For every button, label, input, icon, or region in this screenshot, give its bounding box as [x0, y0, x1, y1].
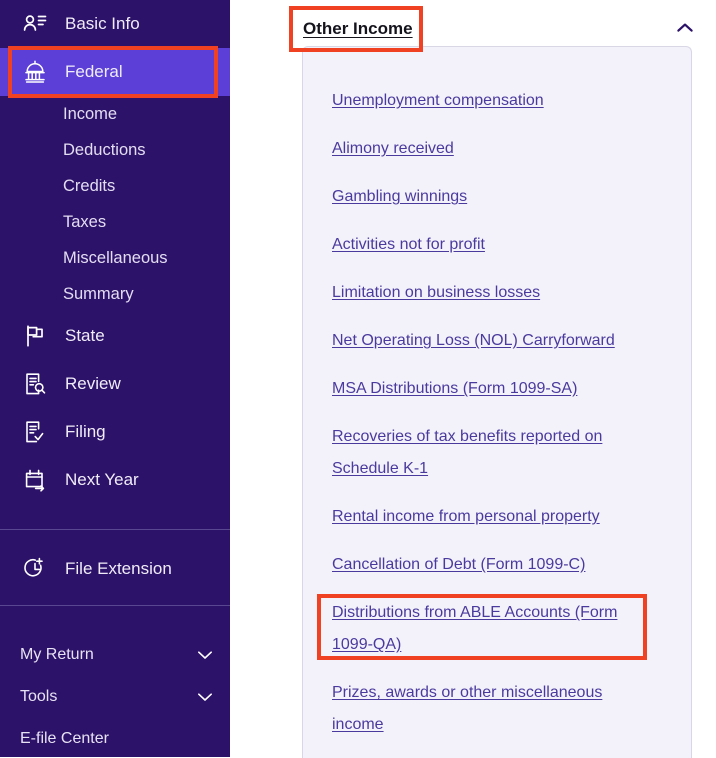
chevron-up-icon[interactable]: [673, 16, 697, 40]
document-check-icon: [22, 419, 48, 445]
sidebar-item-label: Basic Info: [65, 14, 140, 33]
sidebar-item-filing[interactable]: Filing: [0, 408, 230, 456]
link-cancellation-of-debt[interactable]: Cancellation of Debt (Form 1099-C): [332, 549, 662, 581]
main-content: Other Income Unemployment compensation A…: [230, 0, 716, 758]
sidebar-item-label: Review: [65, 374, 121, 393]
link-unemployment-compensation[interactable]: Unemployment compensation: [332, 85, 662, 117]
sidebar-item-label: State: [65, 326, 105, 345]
sidebar-item-tools[interactable]: Tools: [0, 677, 230, 717]
sidebar-subitem-deductions[interactable]: Deductions: [63, 140, 146, 160]
sidebar-item-label: Tools: [20, 688, 58, 705]
person-list-icon: [22, 11, 48, 37]
sidebar-item-label: File Extension: [65, 559, 172, 578]
sidebar-item-review[interactable]: Review: [0, 360, 230, 408]
document-magnifier-icon: [22, 371, 48, 397]
sidebar-subitem-miscellaneous[interactable]: Miscellaneous: [63, 248, 168, 268]
sidebar-item-my-return[interactable]: My Return: [0, 635, 230, 675]
flag-icon: [22, 323, 48, 349]
sidebar-item-label: Federal: [65, 62, 123, 81]
link-msa-distributions[interactable]: MSA Distributions (Form 1099-SA): [332, 373, 662, 405]
link-alimony-received[interactable]: Alimony received: [332, 133, 662, 165]
sidebar-divider-top: [0, 529, 230, 530]
sidebar-item-label: E-file Center: [20, 730, 109, 747]
sidebar-item-label: My Return: [20, 646, 94, 663]
sidebar-item-state[interactable]: State: [0, 312, 230, 360]
sidebar-divider-bottom: [0, 605, 230, 606]
link-recoveries-of-tax-benefits[interactable]: Recoveries of tax benefits reported on S…: [332, 421, 632, 485]
sidebar-item-label: Filing: [65, 422, 106, 441]
link-activities-not-for-profit[interactable]: Activities not for profit: [332, 229, 662, 261]
chevron-down-icon[interactable]: [194, 686, 216, 708]
sidebar-item-label: Next Year: [65, 470, 139, 489]
link-distributions-from-able-accounts[interactable]: Distributions from ABLE Accounts (Form 1…: [332, 597, 632, 661]
sidebar-subitem-credits[interactable]: Credits: [63, 176, 115, 196]
link-net-operating-loss-carryforward[interactable]: Net Operating Loss (NOL) Carryforward: [332, 325, 662, 357]
sidebar: Basic Info Federal Income Deductions Cre…: [0, 0, 230, 757]
sidebar-subitem-summary[interactable]: Summary: [63, 284, 134, 304]
link-limitation-on-business-losses[interactable]: Limitation on business losses: [332, 277, 662, 309]
clock-plus-icon: [22, 556, 48, 582]
sidebar-item-efile-center[interactable]: E-file Center: [0, 719, 230, 757]
section-title-other-income[interactable]: Other Income: [303, 18, 413, 40]
other-income-link-panel: Unemployment compensation Alimony receiv…: [302, 46, 692, 758]
sidebar-item-next-year[interactable]: Next Year: [0, 456, 230, 504]
sidebar-subitem-income[interactable]: Income: [63, 104, 117, 124]
sidebar-item-federal[interactable]: Federal: [0, 48, 230, 96]
link-rental-income-personal-property[interactable]: Rental income from personal property: [332, 501, 662, 533]
capitol-building-icon: [22, 59, 48, 85]
section-header[interactable]: Other Income: [303, 15, 703, 43]
sidebar-subitem-taxes[interactable]: Taxes: [63, 212, 106, 232]
calendar-arrow-icon: [22, 467, 48, 493]
chevron-down-icon[interactable]: [194, 644, 216, 666]
link-gambling-winnings[interactable]: Gambling winnings: [332, 181, 662, 213]
sidebar-item-file-extension[interactable]: File Extension: [0, 545, 230, 593]
sidebar-item-basic-info[interactable]: Basic Info: [0, 0, 230, 48]
link-prizes-awards-other-misc-income[interactable]: Prizes, awards or other miscellaneous in…: [332, 677, 632, 741]
